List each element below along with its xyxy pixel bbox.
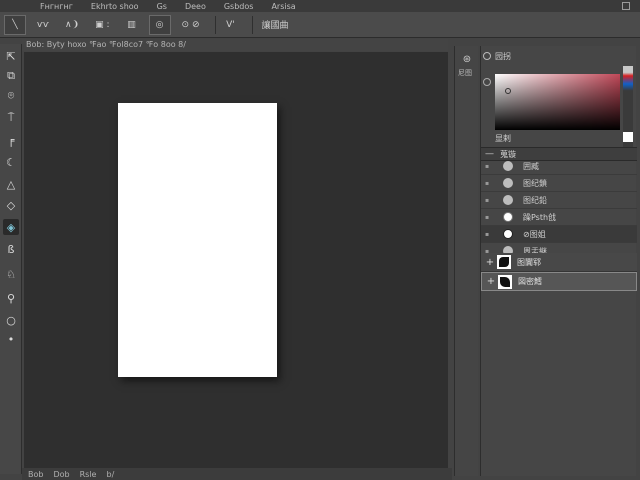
- visibility-icon[interactable]: ▪: [485, 197, 495, 204]
- move-tool-icon[interactable]: ⇱: [3, 48, 19, 64]
- color-panel-title: 园拐: [495, 51, 511, 61]
- opacity-control[interactable]: ▣ :: [90, 15, 114, 35]
- expand-icon[interactable]: +: [484, 276, 498, 287]
- status-item: Rsle: [79, 469, 97, 479]
- group-thumbnail: [497, 255, 511, 269]
- menu-image[interactable]: Gs: [157, 2, 167, 11]
- menu-filter[interactable]: Arsisa: [271, 2, 295, 11]
- pressure-toggle[interactable]: V': [220, 15, 242, 35]
- layer-thumbnail: [503, 229, 513, 239]
- color-panel-header[interactable]: 园拐: [483, 50, 511, 62]
- layer-name: 图纪鉛: [523, 195, 547, 205]
- color-picker-field[interactable]: [495, 74, 620, 130]
- gradient-tool-icon[interactable]: ◈: [3, 219, 19, 235]
- layer-row[interactable]: ▪ 图纪鉛: [481, 192, 637, 209]
- group-thumbnail: [498, 274, 512, 289]
- brush-size-button[interactable]: ѵѵ: [32, 15, 54, 35]
- color-panel-label: 显剌: [495, 134, 511, 143]
- menu-file[interactable]: Fнгнгнг: [40, 2, 73, 11]
- airbrush-toggle[interactable]: ◎: [148, 14, 171, 35]
- extra-tool-icon[interactable]: •: [3, 331, 19, 347]
- status-item: Dob: [53, 469, 70, 479]
- options-bar: ╲ ѵѵ ∧❩ ▣ : ▥ ◎ ⊙ ⊘ V' 讓國曲: [0, 12, 640, 38]
- layer-thumbnail: [503, 212, 513, 222]
- layer-row[interactable]: ▪ 囲臧: [481, 158, 637, 175]
- visibility-icon[interactable]: ▪: [485, 214, 495, 221]
- visibility-icon[interactable]: ▪: [485, 180, 495, 187]
- dock-label[interactable]: 尼图: [458, 68, 472, 78]
- pen-tool-icon[interactable]: ♘: [3, 266, 19, 282]
- options-separator: [214, 15, 216, 34]
- crop-tool-icon[interactable]: ⍑: [3, 110, 19, 126]
- panel-dock: ⊛ 尼图: [454, 46, 478, 476]
- document-tab[interactable]: Bob: Byty hoxo ℉ao ℉ol8co7 ℉o 8oo 8/: [22, 39, 448, 51]
- brush-tool-icon[interactable]: △: [3, 176, 19, 192]
- layer-group-row[interactable]: + 図密鱈: [481, 272, 637, 291]
- color-mode-icon[interactable]: [483, 78, 491, 86]
- expand-icon[interactable]: +: [483, 257, 497, 268]
- layer-row[interactable]: ▪ ⊘图姐: [481, 226, 637, 243]
- lasso-tool-icon[interactable]: ⌾: [3, 88, 19, 104]
- canvas-area[interactable]: [24, 52, 448, 468]
- color-wheel-icon: [483, 52, 491, 60]
- menu-select[interactable]: Gsbdos: [224, 2, 254, 11]
- layer-name: 囲臧: [523, 161, 539, 171]
- eraser-tool-icon[interactable]: ◇: [3, 197, 19, 213]
- status-item: Bob: [28, 469, 44, 479]
- marquee-tool-icon[interactable]: ⧉: [3, 68, 19, 84]
- group-name: 図密鱈: [518, 277, 542, 286]
- history-icon[interactable]: ⊛: [459, 54, 475, 68]
- smoothing-control[interactable]: ⊙ ⊘: [177, 15, 205, 35]
- type-tool-icon[interactable]: ⚲: [3, 290, 19, 306]
- foreground-swatch[interactable]: [623, 132, 633, 142]
- right-panel: 园拐 显剌 — 蒐镟 ▪ 囲臧 ▪ 图纪鎖 ▪ 图纪鉛 ▪ 躁Psth戗 ▪ ⊘…: [480, 46, 637, 476]
- menu-bar: Fнгнгнг Ekhrto shoo Gs Deeo Gsbdos Arsis…: [0, 0, 640, 12]
- layer-name: 图纪鎖: [523, 178, 547, 188]
- layer-name: 躁Psth戗: [523, 212, 557, 222]
- document-canvas[interactable]: [118, 103, 277, 377]
- heal-tool-icon[interactable]: ☾: [3, 154, 19, 170]
- layer-row[interactable]: ▪ 躁Psth戗: [481, 209, 637, 226]
- tools-panel: ⇱ ⧉ ⌾ ⍑ ╒ ☾ △ ◇ ◈ ß ♘ ⚲ ○ •: [0, 44, 22, 474]
- layer-name: ⊘图姐: [523, 229, 546, 239]
- menu-edit[interactable]: Ekhrto shoo: [91, 2, 139, 11]
- visibility-icon[interactable]: ▪: [485, 163, 495, 170]
- options-separator: [251, 15, 253, 34]
- workspace-button[interactable]: 讓國曲: [257, 15, 294, 35]
- layer-row[interactable]: ▪ 图纪鎖: [481, 175, 637, 192]
- zoom-tool-icon[interactable]: ○: [3, 312, 19, 328]
- visibility-icon[interactable]: ▪: [485, 231, 495, 238]
- flow-control[interactable]: ▥: [121, 15, 143, 35]
- layer-thumbnail: [503, 178, 513, 188]
- dodge-tool-icon[interactable]: ß: [3, 241, 19, 257]
- mode-dropdown[interactable]: ∧❩: [60, 15, 84, 35]
- layer-thumbnail: [503, 161, 513, 171]
- color-picker-marker[interactable]: [505, 88, 511, 94]
- status-bar: Bob Dob Rsle b/: [22, 468, 452, 480]
- layer-group-row[interactable]: + 图闐郓: [481, 253, 637, 272]
- status-item: b/: [106, 469, 115, 479]
- menu-layer[interactable]: Deeo: [185, 2, 206, 11]
- brush-preset-button[interactable]: ╲: [4, 14, 26, 35]
- window-control-icon[interactable]: [622, 2, 630, 10]
- eyedropper-tool-icon[interactable]: ╒: [3, 132, 19, 148]
- group-name: 图闐郓: [517, 257, 541, 267]
- layer-thumbnail: [503, 195, 513, 205]
